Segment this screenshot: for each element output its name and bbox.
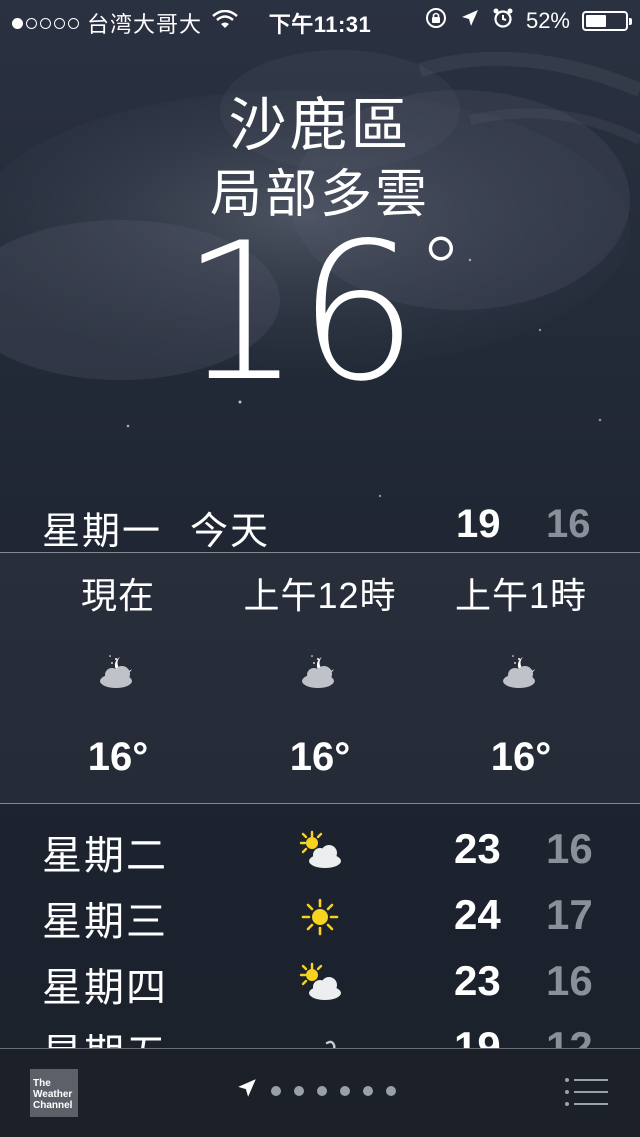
degree-symbol: ° (418, 218, 463, 323)
weather-channel-logo[interactable]: The Weather Channel (30, 1069, 78, 1117)
city-list-icon[interactable] (564, 1077, 610, 1107)
current-temperature-value: 16 (180, 202, 419, 423)
partly-cloudy-night-icon (96, 653, 140, 689)
daily-high-temp: 19 (454, 1023, 501, 1048)
hourly-temp: 16° (289, 735, 351, 779)
windy-icon (296, 1027, 344, 1048)
daily-row: 星期三 24 17 (0, 871, 640, 944)
bottom-toolbar: The Weather Channel (0, 1048, 640, 1137)
today-label: 今天 (190, 511, 271, 553)
orientation-lock-icon (424, 6, 448, 36)
daily-row: 星期五 19 12 (0, 1003, 640, 1048)
sunny-icon (296, 895, 344, 939)
partly-sunny-icon (296, 829, 344, 873)
daily-low-temp: 16 (546, 957, 593, 1004)
today-high-temp: 19 (456, 502, 501, 546)
page-dot (294, 1085, 304, 1096)
status-right: 52% (424, 6, 632, 36)
daily-row: 星期四 23 16 (0, 937, 640, 1010)
hourly-time: 上午1時 (454, 575, 588, 616)
daily-high-temp: 23 (454, 825, 501, 872)
battery-percentage: 52% (525, 8, 570, 33)
daily-low-temp: 16 (546, 825, 593, 872)
today-low-temp: 16 (546, 502, 591, 546)
hourly-time: 現在 (80, 575, 155, 616)
page-dot (271, 1085, 281, 1096)
today-weekday: 星期一 (42, 511, 163, 553)
daily-forecast-list[interactable]: 星期二 23 16 星期三 24 17 星期四 23 16 19 12 (0, 805, 640, 1048)
partly-cloudy-night-icon (499, 653, 543, 689)
hourly-temp: 16° (87, 735, 149, 779)
page-indicator[interactable] (236, 1077, 396, 1104)
page-dot (317, 1085, 327, 1096)
daily-low-temp: 17 (546, 891, 593, 938)
daily-row: 星期二 23 16 (0, 805, 640, 878)
logo-line: Channel (33, 1100, 73, 1111)
today-row: 星期一 今天 19 16 (0, 500, 640, 553)
page-dot (340, 1085, 350, 1096)
status-bar: 台湾大哥大 下午11:31 52% (0, 0, 640, 40)
page-dot (363, 1085, 373, 1096)
battery-fill (586, 15, 606, 27)
current-location-icon (236, 1077, 258, 1104)
logo-line: Weather (33, 1089, 73, 1100)
location-services-icon (460, 8, 480, 34)
logo-line: The (33, 1078, 51, 1089)
daily-weekday: 星期五 (42, 1021, 168, 1048)
daily-high-temp: 23 (454, 957, 501, 1004)
current-temperature: 16° (0, 218, 640, 408)
alarm-icon (492, 7, 514, 35)
hourly-forecast[interactable]: 現在 16° 上午12時 16° 上午1時 16° (0, 553, 640, 803)
daily-high-temp: 24 (454, 891, 501, 938)
divider-middle (0, 803, 640, 804)
hourly-temp: 16° (490, 735, 552, 779)
partly-cloudy-night-icon (298, 653, 342, 689)
page-dot (386, 1085, 396, 1096)
hourly-time: 上午12時 (243, 575, 397, 616)
partly-sunny-icon (296, 961, 344, 1005)
battery-icon (582, 11, 632, 31)
location-name: 沙鹿區 (228, 93, 412, 158)
daily-low-temp: 12 (546, 1023, 593, 1048)
